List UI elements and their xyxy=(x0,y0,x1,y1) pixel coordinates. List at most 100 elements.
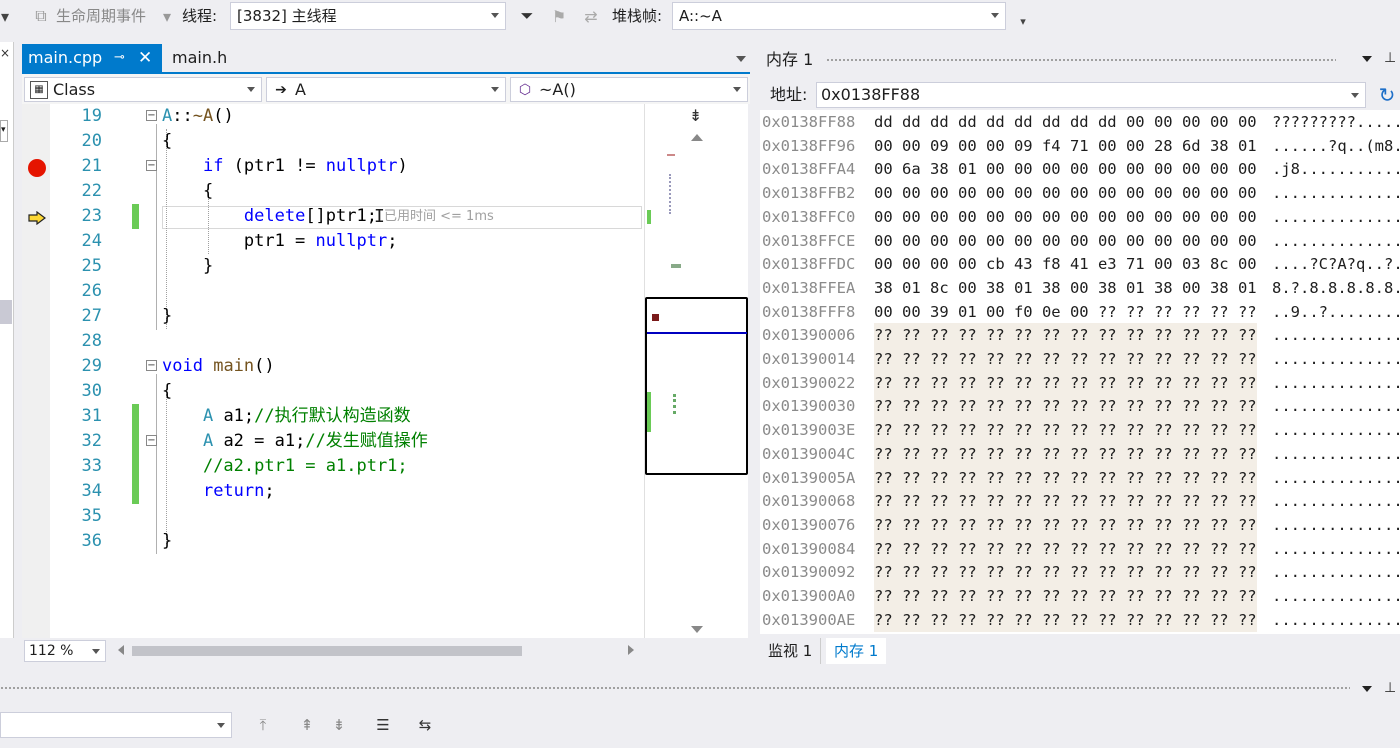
memory-bytes[interactable]: ?? ?? ?? ?? ?? ?? ?? ?? ?? ?? ?? ?? ?? ?… xyxy=(874,370,1257,395)
vertical-scrollbar-map[interactable]: ⇟ xyxy=(644,104,748,638)
memory-row[interactable]: 0x0138FFB2 00 00 00 00 00 00 00 00 00 00 … xyxy=(760,181,1400,205)
collapse-icon[interactable]: − xyxy=(146,160,157,171)
close-icon[interactable]: × xyxy=(0,46,10,60)
code-editor[interactable]: 19 − A::~A() 20 { 21 − if (ptr1 != nullp… xyxy=(22,104,644,638)
memory-row[interactable]: 0x01390014 ?? ?? ?? ?? ?? ?? ?? ?? ?? ?? … xyxy=(760,347,1400,371)
memory-row[interactable]: 0x0138FFA4 00 6a 38 01 00 00 00 00 00 00 … xyxy=(760,157,1400,181)
memory-bytes[interactable]: ?? ?? ?? ?? ?? ?? ?? ?? ?? ?? ?? ?? ?? ?… xyxy=(874,536,1257,561)
pin-icon[interactable]: ⊥ xyxy=(1384,680,1396,696)
memory-row[interactable]: 0x0138FF96 00 00 09 00 00 09 f4 71 00 00 … xyxy=(760,134,1400,158)
memory-row[interactable]: 0x0138FFC0 00 00 00 00 00 00 00 00 00 00 … xyxy=(760,205,1400,229)
memory-bytes[interactable]: 00 00 00 00 00 00 00 00 00 00 00 00 00 0… xyxy=(874,181,1257,205)
collapse-icon[interactable]: − xyxy=(146,110,157,121)
move-up-icon[interactable]: ⇞ xyxy=(296,714,318,736)
tab-watch-1[interactable]: 监视 1 xyxy=(760,638,822,664)
close-icon[interactable]: ✕ xyxy=(138,44,152,72)
memory-row[interactable]: 0x0138FFF8 00 00 39 01 00 f0 0e 00 ?? ?? … xyxy=(760,300,1400,324)
scroll-up-icon[interactable] xyxy=(691,134,703,141)
memory-row[interactable]: 0x013900AE ?? ?? ?? ?? ?? ?? ?? ?? ?? ?? … xyxy=(760,607,1400,632)
memory-bytes[interactable]: ?? ?? ?? ?? ?? ?? ?? ?? ?? ?? ?? ?? ?? ?… xyxy=(874,512,1257,537)
lifecycle-events-label[interactable]: 生命周期事件 xyxy=(56,0,146,34)
memory-row[interactable]: 0x0138FFCE 00 00 00 00 00 00 00 00 00 00 … xyxy=(760,229,1400,253)
tab-main-h[interactable]: main.h xyxy=(166,44,233,72)
code-line-34[interactable]: 34 return; xyxy=(22,479,644,504)
memory-bytes[interactable]: 00 00 09 00 00 09 f4 71 00 00 28 6d 38 0… xyxy=(874,134,1257,158)
memory-bytes[interactable]: ?? ?? ?? ?? ?? ?? ?? ?? ?? ?? ?? ?? ?? ?… xyxy=(874,560,1257,585)
tab-memory-1[interactable]: 内存 1 xyxy=(826,638,887,664)
scroll-left-icon[interactable] xyxy=(118,645,124,655)
align-top-icon[interactable]: ⤒ xyxy=(252,714,274,736)
code-line-20[interactable]: 20 { xyxy=(22,129,644,154)
memory-bytes[interactable]: ?? ?? ?? ?? ?? ?? ?? ?? ?? ?? ?? ?? ?? ?… xyxy=(874,584,1257,608)
code-line-31[interactable]: 31 A a1;//执行默认构造函数 xyxy=(22,404,644,429)
memory-bytes[interactable]: dd dd dd dd dd dd dd dd dd 00 00 00 00 0… xyxy=(874,110,1257,134)
memory-row[interactable]: 0x01390092 ?? ?? ?? ?? ?? ?? ?? ?? ?? ?? … xyxy=(760,560,1400,585)
scroll-down-icon[interactable] xyxy=(691,626,703,633)
perf-tip[interactable]: 已用时间 <= 1ms xyxy=(384,204,494,229)
tab-list-dropdown-icon[interactable] xyxy=(736,56,746,62)
toolbar-overflow-icon[interactable]: ▾ xyxy=(1012,10,1034,32)
memory-row[interactable]: 0x0139005A ?? ?? ?? ?? ?? ?? ?? ?? ?? ?? … xyxy=(760,465,1400,490)
memory-bytes[interactable]: ?? ?? ?? ?? ?? ?? ?? ?? ?? ?? ?? ?? ?? ?… xyxy=(874,465,1257,490)
memory-bytes[interactable]: ?? ?? ?? ?? ?? ?? ?? ?? ?? ?? ?? ?? ?? ?… xyxy=(874,323,1257,348)
code-line-27[interactable]: 27 } xyxy=(22,304,644,329)
scroll-right-icon[interactable] xyxy=(628,645,634,655)
thread-select[interactable]: [3832] 主线程 xyxy=(230,2,506,30)
memory-row[interactable]: 0x01390022 ?? ?? ?? ?? ?? ?? ?? ?? ?? ?? … xyxy=(760,370,1400,395)
code-line-29[interactable]: 29 − void main() xyxy=(22,354,644,379)
bottom-panel-select[interactable] xyxy=(0,712,232,738)
memory-bytes[interactable]: ?? ?? ?? ?? ?? ?? ?? ?? ?? ?? ?? ?? ?? ?… xyxy=(874,347,1257,371)
memory-row[interactable]: 0x0138FFEA 38 01 8c 00 38 01 38 00 38 01 … xyxy=(760,276,1400,300)
memory-grid[interactable]: 0x0138FF88 dd dd dd dd dd dd dd dd dd 00 … xyxy=(760,110,1400,634)
left-strip-combo[interactable]: ▾ xyxy=(0,120,8,142)
pin-icon[interactable]: ⊥ xyxy=(1384,50,1396,66)
pin-icon[interactable]: ⊸ xyxy=(114,44,125,72)
flag-threads-icon[interactable]: ⚑ xyxy=(548,5,570,27)
lifecycle-dropdown-icon[interactable]: ▾ xyxy=(160,5,174,27)
memory-bytes[interactable]: 00 00 00 00 cb 43 f8 41 e3 71 00 03 8c 0… xyxy=(874,252,1257,276)
memory-bytes[interactable]: ?? ?? ?? ?? ?? ?? ?? ?? ?? ?? ?? ?? ?? ?… xyxy=(874,418,1257,443)
window-menu-icon[interactable] xyxy=(1362,56,1372,62)
member-dropdown[interactable]: ⬡ ~A() xyxy=(510,77,748,102)
show-flagged-icon[interactable]: ⇄ xyxy=(580,5,602,27)
memory-row[interactable]: 0x01390076 ?? ?? ?? ?? ?? ?? ?? ?? ?? ?? … xyxy=(760,512,1400,537)
word-wrap-icon[interactable]: ⇆ xyxy=(414,714,436,736)
memory-bytes[interactable]: 00 00 39 01 00 f0 0e 00 ?? ?? ?? ?? ?? ?… xyxy=(874,300,1257,324)
chevron-down-icon[interactable]: ▾ xyxy=(0,5,10,27)
memory-row[interactable]: 0x01390084 ?? ?? ?? ?? ?? ?? ?? ?? ?? ?? … xyxy=(760,536,1400,561)
memory-bytes[interactable]: 38 01 8c 00 38 01 38 00 38 01 38 00 38 0… xyxy=(874,276,1257,300)
split-handle-icon[interactable]: ⇟ xyxy=(689,106,702,125)
code-line-25[interactable]: 25 } xyxy=(22,254,644,279)
left-strip-tab[interactable] xyxy=(0,300,12,324)
type-dropdown[interactable]: ➔ A xyxy=(266,77,506,102)
memory-bytes[interactable]: ?? ?? ?? ?? ?? ?? ?? ?? ?? ?? ?? ?? ?? ?… xyxy=(874,489,1257,514)
clear-all-icon[interactable]: ☰ xyxy=(372,714,394,736)
memory-row[interactable]: 0x0138FFDC 00 00 00 00 cb 43 f8 41 e3 71 … xyxy=(760,252,1400,276)
code-line-30[interactable]: 30 { xyxy=(22,379,644,404)
code-line-35[interactable]: 35 xyxy=(22,504,644,529)
panel-grip[interactable] xyxy=(0,686,1350,691)
memory-row[interactable]: 0x013900A0 ?? ?? ?? ?? ?? ?? ?? ?? ?? ?? … xyxy=(760,584,1400,608)
code-line-28[interactable]: 28 xyxy=(22,329,644,354)
code-line-36[interactable]: 36 } xyxy=(22,529,644,554)
collapse-icon[interactable]: − xyxy=(146,360,157,371)
horizontal-scrollbar-thumb[interactable] xyxy=(132,646,522,656)
code-line-32[interactable]: 32 − A a2 = a1;//发生赋值操作 xyxy=(22,429,644,454)
memory-row[interactable]: 0x01390006 ?? ?? ?? ?? ?? ?? ?? ?? ?? ?? … xyxy=(760,323,1400,348)
code-line-33[interactable]: 33 //a2.ptr1 = a1.ptr1; xyxy=(22,454,644,479)
move-down-icon[interactable]: ⇟ xyxy=(328,714,350,736)
memory-bytes[interactable]: 00 6a 38 01 00 00 00 00 00 00 00 00 00 0… xyxy=(874,157,1257,181)
memory-row[interactable]: 0x0139003E ?? ?? ?? ?? ?? ?? ?? ?? ?? ?? … xyxy=(760,418,1400,443)
memory-bytes[interactable]: 00 00 00 00 00 00 00 00 00 00 00 00 00 0… xyxy=(874,205,1257,229)
code-line-21[interactable]: 21 − if (ptr1 != nullptr) xyxy=(22,154,644,179)
scope-dropdown[interactable]: ▦ Class xyxy=(24,77,262,102)
memory-bytes[interactable]: ?? ?? ?? ?? ?? ?? ?? ?? ?? ?? ?? ?? ?? ?… xyxy=(874,607,1257,632)
memory-bytes[interactable]: 00 00 00 00 00 00 00 00 00 00 00 00 00 0… xyxy=(874,229,1257,253)
title-grip[interactable] xyxy=(826,58,1336,63)
refresh-icon[interactable]: ↻ xyxy=(1376,84,1398,106)
code-line-24[interactable]: 24 ptr1 = nullptr; xyxy=(22,229,644,254)
memory-bytes[interactable]: ?? ?? ?? ?? ?? ?? ?? ?? ?? ?? ?? ?? ?? ?… xyxy=(874,394,1257,419)
memory-row[interactable]: 0x0138FF88 dd dd dd dd dd dd dd dd dd 00 … xyxy=(760,110,1400,134)
tab-main-cpp[interactable]: main.cpp ⊸ ✕ xyxy=(22,44,162,72)
code-line-19[interactable]: 19 − A::~A() xyxy=(22,104,644,129)
